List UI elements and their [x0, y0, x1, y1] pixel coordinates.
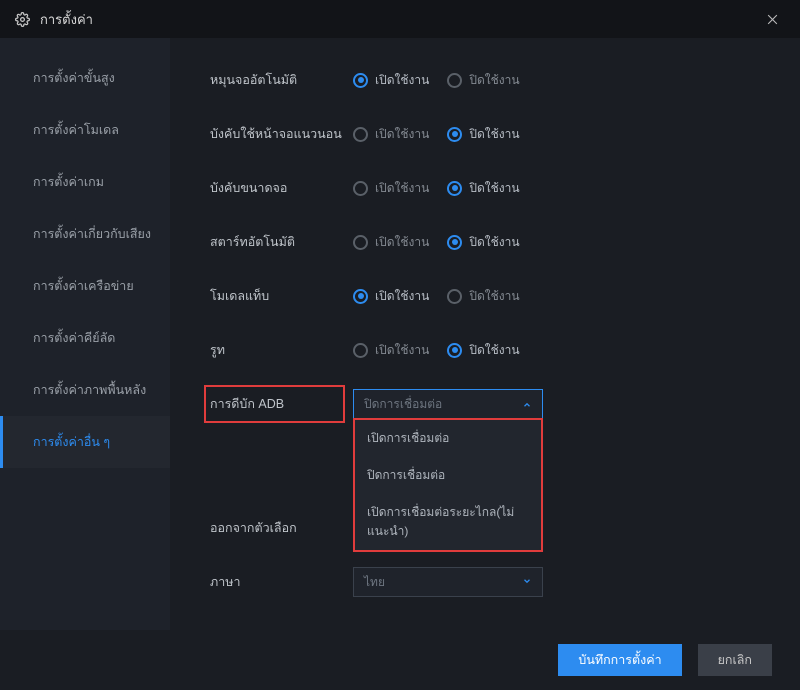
sidebar-item-label: การตั้งค่าโมเดล	[33, 123, 119, 137]
row-model-tab: โมเดลแท็บ เปิดใช้งาน ปิดใช้งาน	[210, 282, 770, 310]
row-label: สตาร์ทอัตโนมัติ	[210, 232, 345, 252]
sidebar-item-label: การตั้งค่าขั้นสูง	[33, 71, 115, 85]
footer: บันทึกการตั้งค่า ยกเลิก	[0, 630, 800, 690]
radio-circle-icon	[447, 127, 462, 142]
radio-on[interactable]: เปิดใช้งาน	[353, 287, 429, 306]
titlebar: การตั้งค่า	[0, 0, 800, 38]
radio-circle-icon	[353, 343, 368, 358]
row-label-adb: การดีบัก ADB	[204, 385, 345, 423]
radio-circle-icon	[353, 73, 368, 88]
sidebar-item-advanced[interactable]: การตั้งค่าขั้นสูง	[0, 52, 170, 104]
select-value: ปิดการเชื่อมต่อ	[364, 395, 442, 414]
radio-label: เปิดใช้งาน	[375, 341, 429, 360]
radio-circle-icon	[353, 127, 368, 142]
sidebar-item-audio[interactable]: การตั้งค่าเกี่ยวกับเสียง	[0, 208, 170, 260]
radio-circle-icon	[447, 343, 462, 358]
row-adb-debug: การดีบัก ADB ปิดการเชื่อมต่อ	[210, 390, 770, 418]
sidebar-item-label: การตั้งค่าคีย์ลัด	[33, 331, 115, 345]
sidebar-item-label: การตั้งค่าเกี่ยวกับเสียง	[33, 227, 151, 241]
adb-dropdown: เปิดการเชื่อมต่อ ปิดการเชื่อมต่อ เปิดการ…	[353, 418, 543, 552]
radio-on[interactable]: เปิดใช้งาน	[353, 233, 429, 252]
content-panel: หมุนจออัตโนมัติ เปิดใช้งาน ปิดใช้งาน บัง…	[170, 38, 800, 630]
sidebar-item-wallpaper[interactable]: การตั้งค่าภาพพื้นหลัง	[0, 364, 170, 416]
sidebar-item-label: การตั้งค่าเครือข่าย	[33, 279, 134, 293]
language-select[interactable]: ไทย	[353, 567, 543, 597]
row-auto-start: สตาร์ทอัตโนมัติ เปิดใช้งาน ปิดใช้งาน	[210, 228, 770, 256]
radio-label: ปิดใช้งาน	[469, 341, 519, 360]
radio-circle-icon	[353, 235, 368, 250]
window-title: การตั้งค่า	[40, 9, 93, 30]
sidebar-item-shortcut[interactable]: การตั้งค่าคีย์ลัด	[0, 312, 170, 364]
chevron-down-icon	[522, 575, 532, 589]
radio-circle-icon	[447, 289, 462, 304]
sidebar-item-network[interactable]: การตั้งค่าเครือข่าย	[0, 260, 170, 312]
sidebar-item-model[interactable]: การตั้งค่าโมเดล	[0, 104, 170, 156]
sidebar-item-label: การตั้งค่าอื่น ๆ	[33, 435, 110, 449]
radio-circle-icon	[353, 289, 368, 304]
radio-label: ปิดใช้งาน	[469, 233, 519, 252]
row-label: บังคับขนาดจอ	[210, 178, 345, 198]
radio-on[interactable]: เปิดใช้งาน	[353, 179, 429, 198]
close-icon[interactable]	[758, 5, 786, 33]
sidebar-item-label: การตั้งค่าภาพพื้นหลัง	[33, 383, 146, 397]
row-label: ภาษา	[210, 572, 345, 592]
radio-off[interactable]: ปิดใช้งาน	[447, 125, 519, 144]
radio-off[interactable]: ปิดใช้งาน	[447, 233, 519, 252]
radio-off[interactable]: ปิดใช้งาน	[447, 287, 519, 306]
sidebar-item-game[interactable]: การตั้งค่าเกม	[0, 156, 170, 208]
sidebar-item-other[interactable]: การตั้งค่าอื่น ๆ	[0, 416, 170, 468]
row-language: ภาษา ไทย	[210, 568, 770, 596]
cancel-button[interactable]: ยกเลิก	[698, 644, 772, 676]
radio-on[interactable]: เปิดใช้งาน	[353, 125, 429, 144]
radio-on[interactable]: เปิดใช้งาน	[353, 341, 429, 360]
row-force-landscape: บังคับใช้หน้าจอแนวนอน เปิดใช้งาน ปิดใช้ง…	[210, 120, 770, 148]
radio-on[interactable]: เปิดใช้งาน	[353, 71, 429, 90]
sidebar: การตั้งค่าขั้นสูง การตั้งค่าโมเดล การตั้…	[0, 38, 170, 630]
radio-label: ปิดใช้งาน	[469, 179, 519, 198]
chevron-down-icon	[522, 397, 532, 411]
radio-label: ปิดใช้งาน	[469, 125, 519, 144]
select-value: ไทย	[364, 573, 385, 592]
row-label: ออกจากตัวเลือก	[210, 518, 345, 538]
radio-label: เปิดใช้งาน	[375, 71, 429, 90]
radio-circle-icon	[447, 235, 462, 250]
radio-label: เปิดใช้งาน	[375, 233, 429, 252]
radio-circle-icon	[447, 181, 462, 196]
gear-icon	[14, 11, 30, 27]
sidebar-item-label: การตั้งค่าเกม	[33, 175, 104, 189]
adb-option-close[interactable]: ปิดการเชื่อมต่อ	[355, 457, 541, 494]
save-button[interactable]: บันทึกการตั้งค่า	[558, 644, 681, 676]
row-label: หมุนจออัตโนมัติ	[210, 70, 345, 90]
radio-circle-icon	[353, 181, 368, 196]
row-root: รูท เปิดใช้งาน ปิดใช้งาน	[210, 336, 770, 364]
radio-circle-icon	[447, 73, 462, 88]
radio-label: เปิดใช้งาน	[375, 287, 429, 306]
row-label: โมเดลแท็บ	[210, 286, 345, 306]
radio-label: เปิดใช้งาน	[375, 125, 429, 144]
row-auto-rotate: หมุนจออัตโนมัติ เปิดใช้งาน ปิดใช้งาน	[210, 66, 770, 94]
row-force-size: บังคับขนาดจอ เปิดใช้งาน ปิดใช้งาน	[210, 174, 770, 202]
radio-label: ปิดใช้งาน	[469, 287, 519, 306]
row-label: บังคับใช้หน้าจอแนวนอน	[210, 124, 345, 144]
adb-option-remote[interactable]: เปิดการเชื่อมต่อระยะไกล(ไม่แนะนำ)	[355, 494, 541, 550]
row-label: รูท	[210, 340, 345, 360]
radio-off[interactable]: ปิดใช้งาน	[447, 71, 519, 90]
radio-label: เปิดใช้งาน	[375, 179, 429, 198]
adb-select[interactable]: ปิดการเชื่อมต่อ	[353, 389, 543, 419]
radio-off[interactable]: ปิดใช้งาน	[447, 341, 519, 360]
adb-option-open[interactable]: เปิดการเชื่อมต่อ	[355, 420, 541, 457]
radio-label: ปิดใช้งาน	[469, 71, 519, 90]
radio-off[interactable]: ปิดใช้งาน	[447, 179, 519, 198]
